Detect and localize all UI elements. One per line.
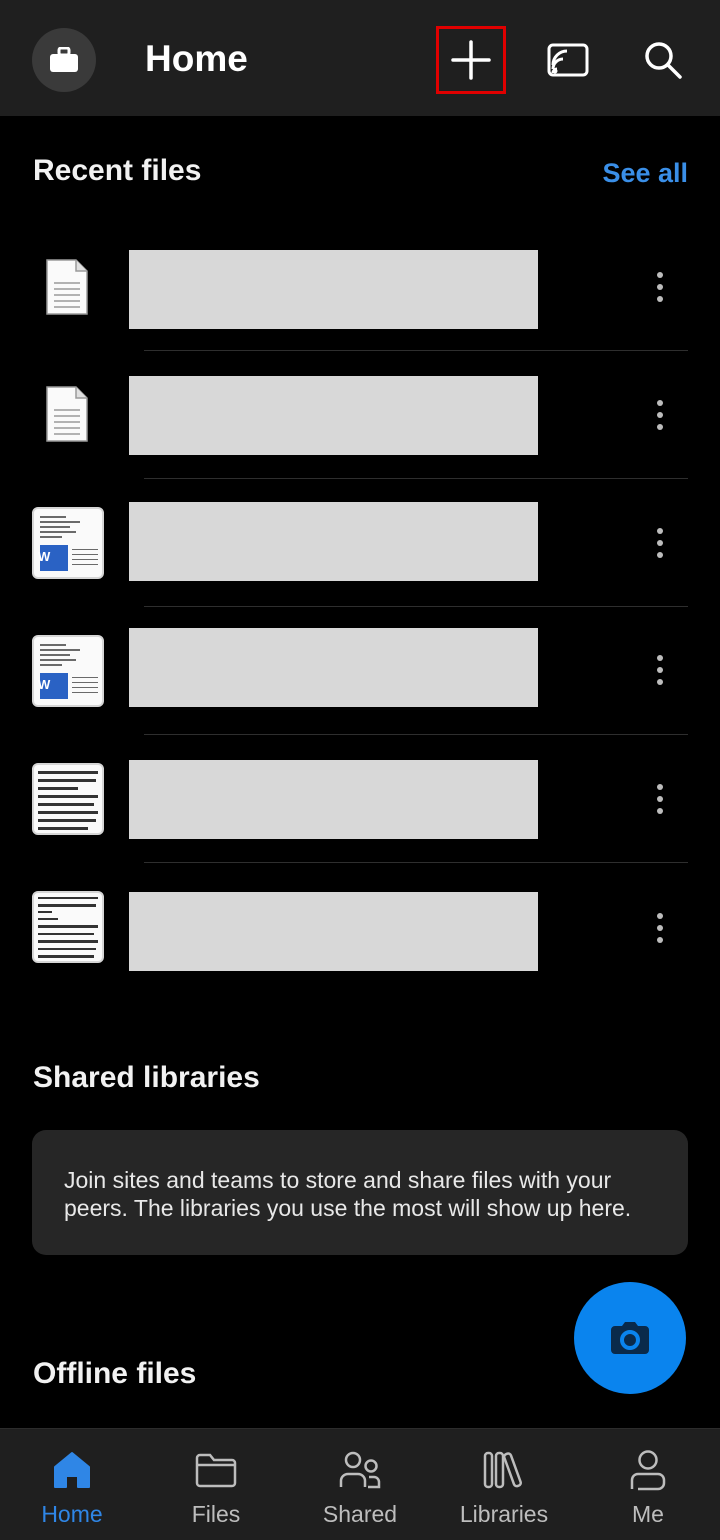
- offline-files-title: Offline files: [33, 1357, 197, 1390]
- file-thumbnail: W: [32, 507, 104, 579]
- libraries-icon: [483, 1451, 522, 1489]
- file-thumbnail: [32, 382, 104, 454]
- more-options-button[interactable]: [640, 904, 680, 952]
- bottom-navigation: Home Files Shared Libraries Me: [0, 1428, 720, 1540]
- file-name-redacted: [129, 250, 538, 329]
- divider: [144, 606, 688, 607]
- nav-shared[interactable]: Shared: [288, 1429, 432, 1540]
- recent-file-row[interactable]: [0, 352, 720, 480]
- recent-file-row[interactable]: [0, 864, 720, 992]
- text-document-thumbnail: [32, 891, 104, 963]
- account-avatar[interactable]: [32, 28, 96, 92]
- divider: [144, 862, 688, 863]
- divider: [144, 734, 688, 735]
- recent-file-row[interactable]: [0, 736, 720, 864]
- text-document-thumbnail: [32, 763, 104, 835]
- more-options-button[interactable]: [640, 519, 680, 567]
- file-name-redacted: [129, 502, 538, 581]
- search-button[interactable]: [628, 26, 698, 94]
- more-options-button[interactable]: [640, 391, 680, 439]
- word-document-thumbnail: W: [32, 635, 104, 707]
- shared-libraries-empty-card: Join sites and teams to store and share …: [32, 1130, 688, 1255]
- nav-label: Me: [632, 1501, 664, 1527]
- add-button[interactable]: [436, 26, 506, 94]
- cast-icon: [547, 43, 589, 77]
- see-all-link[interactable]: See all: [602, 158, 688, 189]
- add-icon: [451, 40, 491, 80]
- file-thumbnail: [32, 763, 104, 835]
- document-icon: [46, 259, 88, 315]
- file-name-redacted: [129, 628, 538, 707]
- nav-label: Files: [191, 1501, 241, 1527]
- more-options-button[interactable]: [640, 263, 680, 311]
- word-document-thumbnail: W: [32, 507, 104, 579]
- nav-home[interactable]: Home: [0, 1429, 144, 1540]
- more-vertical-icon: [657, 400, 663, 406]
- nav-me[interactable]: Me: [576, 1429, 720, 1540]
- briefcase-icon: [50, 47, 78, 72]
- camera-icon: [611, 1322, 649, 1354]
- page-title: Home: [145, 38, 248, 79]
- recent-file-row[interactable]: [0, 225, 720, 353]
- nav-label: Shared: [322, 1501, 398, 1527]
- nav-libraries[interactable]: Libraries: [432, 1429, 576, 1540]
- file-name-redacted: [129, 892, 538, 971]
- home-icon: [54, 1452, 90, 1488]
- more-vertical-icon: [657, 655, 663, 661]
- people-icon: [339, 1451, 381, 1489]
- nav-label: Libraries: [459, 1501, 549, 1527]
- more-vertical-icon: [657, 913, 663, 919]
- shared-libraries-message: Join sites and teams to store and share …: [64, 1167, 632, 1221]
- recent-files-title: Recent files: [33, 154, 202, 187]
- file-name-redacted: [129, 760, 538, 839]
- more-vertical-icon: [657, 528, 663, 534]
- folder-icon: [195, 1453, 237, 1488]
- shared-libraries-title: Shared libraries: [33, 1061, 260, 1094]
- divider: [144, 350, 688, 351]
- nav-files[interactable]: Files: [144, 1429, 288, 1540]
- document-icon: [46, 386, 88, 442]
- more-vertical-icon: [657, 272, 663, 278]
- divider: [144, 478, 688, 479]
- camera-scan-button[interactable]: [574, 1282, 686, 1394]
- cast-button[interactable]: [533, 26, 603, 94]
- nav-label: Home: [41, 1501, 103, 1527]
- recent-file-row[interactable]: W: [0, 608, 720, 736]
- recent-file-row[interactable]: W: [0, 480, 720, 608]
- app-root: Home Recent files See all W W Shared lib…: [0, 0, 720, 1540]
- top-app-bar: Home: [0, 0, 720, 116]
- more-options-button[interactable]: [640, 775, 680, 823]
- file-thumbnail: [32, 891, 104, 963]
- file-thumbnail: W: [32, 635, 104, 707]
- person-icon: [630, 1450, 666, 1491]
- file-thumbnail: [32, 255, 104, 327]
- more-vertical-icon: [657, 784, 663, 790]
- search-icon: [645, 42, 682, 79]
- file-name-redacted: [129, 376, 538, 455]
- more-options-button[interactable]: [640, 646, 680, 694]
